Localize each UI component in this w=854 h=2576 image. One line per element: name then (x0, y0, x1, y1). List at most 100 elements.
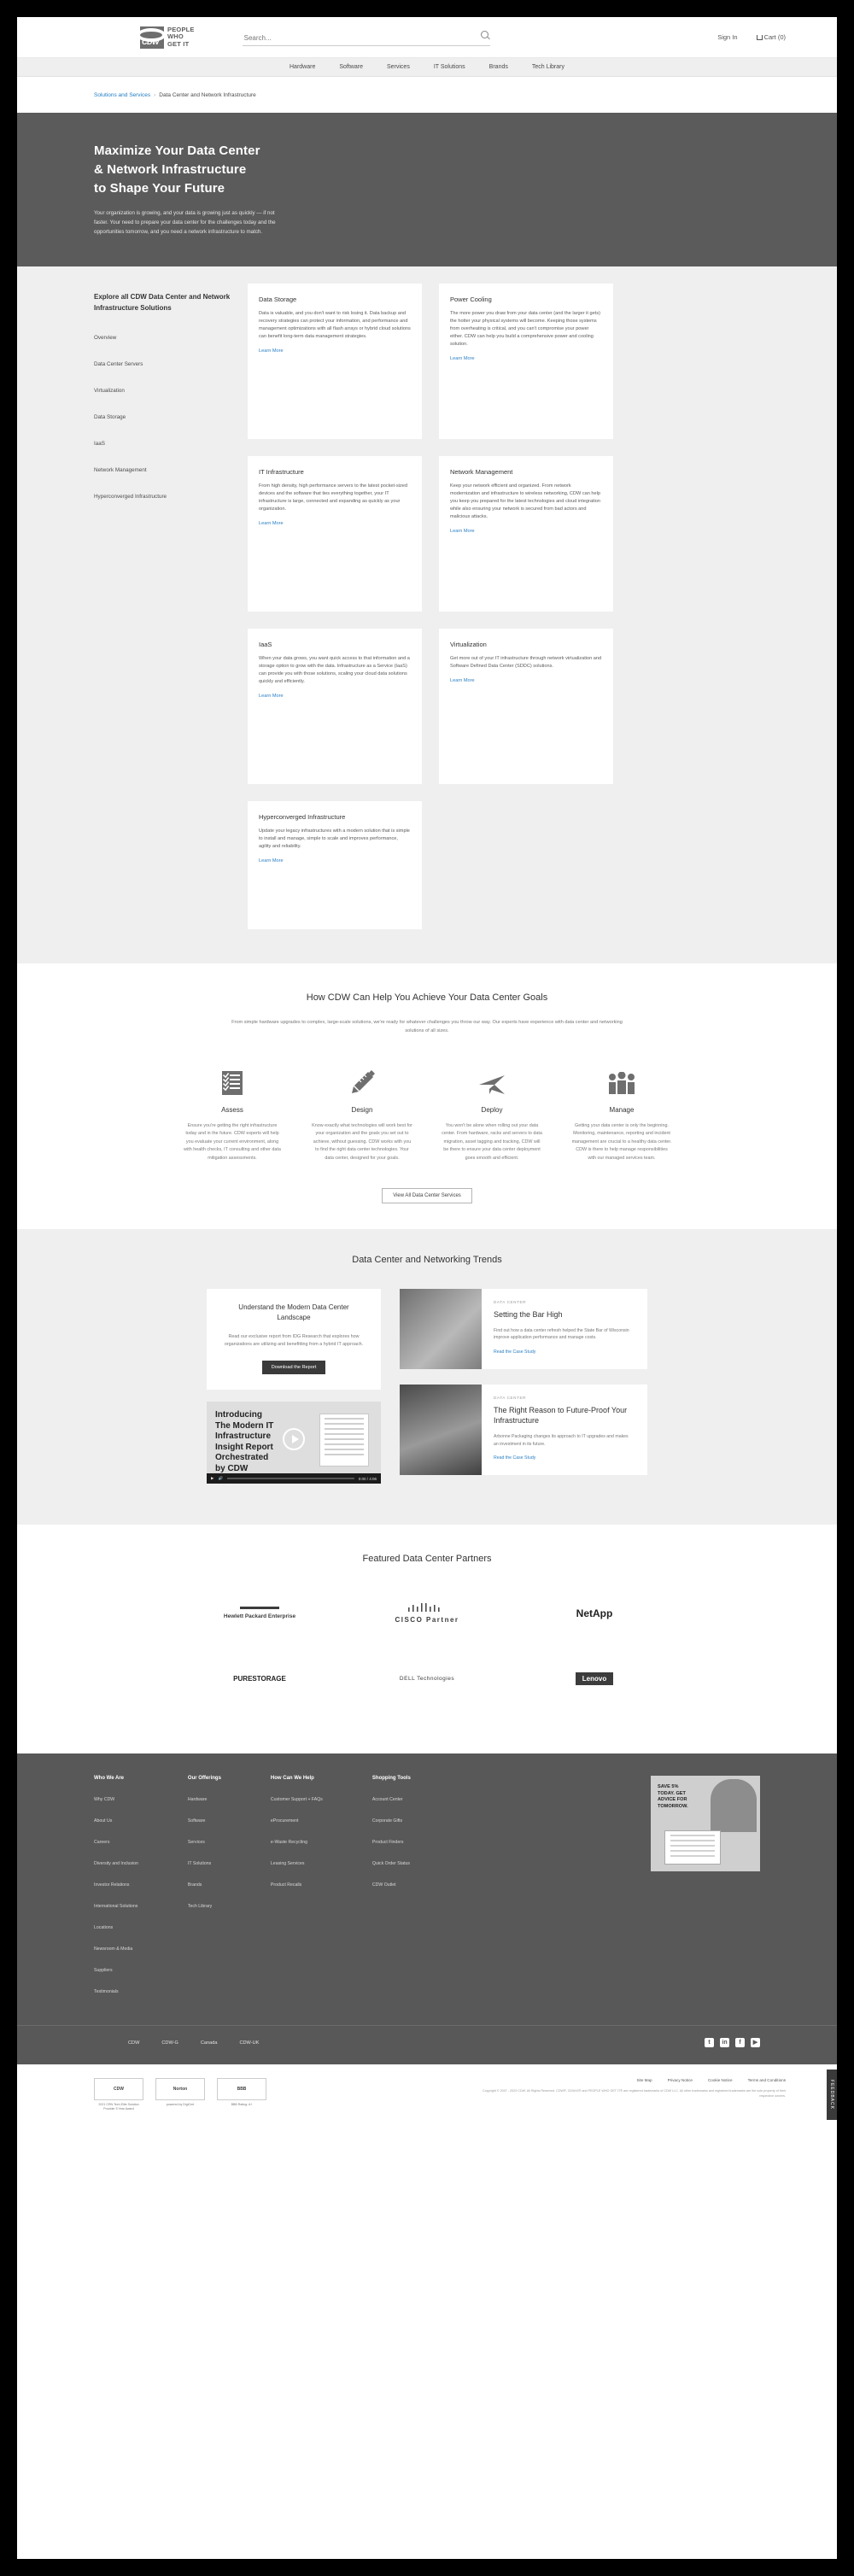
sidebar-item-label[interactable]: Data Center Servers (94, 361, 143, 367)
search-input[interactable] (242, 30, 490, 46)
footer-link-item[interactable]: CDW Outlet (372, 1875, 411, 1890)
footer-link-item[interactable]: Services (188, 1832, 221, 1847)
footer-link[interactable]: Services (188, 1840, 205, 1845)
footer-link[interactable]: International Solutions (94, 1904, 137, 1909)
footer-link-item[interactable]: Newsroom & Media (94, 1939, 138, 1954)
nav-item-it-solutions[interactable]: IT Solutions (434, 64, 465, 70)
partner-logo-lenovo[interactable]: Lenovo (552, 1663, 637, 1694)
footer-link[interactable]: Corporate Gifts (372, 1818, 402, 1824)
solution-card-virtualization[interactable]: Virtualization Get more out of your IT i… (439, 629, 613, 784)
footer-link-item[interactable]: Leasing Services (271, 1853, 323, 1869)
sidebar-item-label[interactable]: Data Storage (94, 414, 126, 420)
partner-logo-hpe[interactable]: Hewlett Packard Enterprise (217, 1598, 302, 1629)
youtube-icon[interactable]: ▶ (751, 2038, 760, 2048)
footer-link[interactable]: Tech Library (188, 1904, 212, 1909)
footer-link-item[interactable]: International Solutions (94, 1896, 138, 1912)
footer-link-item[interactable]: IT Solutions (188, 1853, 221, 1869)
solution-card-data-storage[interactable]: Data Storage Data is valuable, and you d… (248, 284, 422, 439)
brand-link-canada[interactable]: Canada (201, 2040, 218, 2046)
article-link[interactable]: Read the Case Study (494, 1349, 535, 1355)
sidebar-item-network-management[interactable]: Network Management (94, 460, 248, 476)
footer-link[interactable]: Diversity and Inclusion (94, 1861, 138, 1866)
footer-link-item[interactable]: Quick Order Status (372, 1853, 411, 1869)
sidebar-item-label[interactable]: IaaS (94, 441, 105, 447)
footer-link-item[interactable]: Customer Support + FAQs (271, 1789, 323, 1805)
video-player[interactable]: Introducing The Modern IT Infrastructure… (207, 1402, 381, 1484)
brand-link-cdw-uk[interactable]: CDW-UK (239, 2040, 259, 2046)
footer-link[interactable]: Testimonials (94, 1989, 119, 1994)
breadcrumb-parent-link[interactable]: Solutions and Services (94, 92, 150, 98)
brand-link-cdw[interactable]: CDW (128, 2040, 139, 2046)
brand-link-cdw-g[interactable]: CDW-G (161, 2040, 178, 2046)
footer-link[interactable]: Quick Order Status (372, 1861, 410, 1866)
sidebar-item-iaas[interactable]: IaaS (94, 434, 248, 449)
cart-button[interactable]: Cart (0) (756, 33, 786, 41)
search-icon[interactable] (480, 30, 488, 38)
volume-icon[interactable]: 🔊 (218, 1476, 223, 1481)
legal-link-privacy-notice[interactable]: Privacy Notice (668, 2078, 693, 2082)
nav-item-services[interactable]: Services (387, 64, 410, 70)
card-learn-more-link[interactable]: Learn More (450, 356, 475, 361)
footer-link-item[interactable]: Software (188, 1811, 221, 1826)
footer-link-item[interactable]: eProcurement (271, 1811, 323, 1826)
footer-link[interactable]: Investor Relations (94, 1882, 130, 1888)
play-icon[interactable]: ▶ (211, 1476, 214, 1481)
sidebar-item-virtualization[interactable]: Virtualization (94, 381, 248, 396)
legal-link-site-map[interactable]: Site Map (636, 2078, 652, 2082)
facebook-icon[interactable]: f (735, 2038, 745, 2048)
sidebar-item-hyperconverged[interactable]: Hyperconverged Infrastructure (94, 487, 248, 502)
footer-link-item[interactable]: Tech Library (188, 1896, 221, 1912)
solution-card-hyperconverged[interactable]: Hyperconverged Infrastructure Update you… (248, 801, 422, 929)
card-learn-more-link[interactable]: Learn More (259, 858, 284, 864)
footer-link[interactable]: CDW Outlet (372, 1882, 396, 1888)
footer-link-item[interactable]: Investor Relations (94, 1875, 138, 1890)
footer-link-item[interactable]: Corporate Gifts (372, 1811, 411, 1826)
footer-link[interactable]: Account Center (372, 1797, 403, 1802)
nav-item-hardware[interactable]: Hardware (290, 64, 315, 70)
card-learn-more-link[interactable]: Learn More (450, 529, 475, 534)
footer-link-item[interactable]: Brands (188, 1875, 221, 1890)
legal-link-terms[interactable]: Terms and Conditions (748, 2078, 786, 2082)
article-card-1[interactable]: Data Center Setting the Bar High Find ou… (400, 1288, 647, 1370)
sidebar-item-label[interactable]: Virtualization (94, 388, 125, 394)
footer-link[interactable]: Suppliers (94, 1968, 113, 1973)
nav-item-brands[interactable]: Brands (489, 64, 508, 70)
footer-link[interactable]: e-Waste Recycling (271, 1840, 307, 1845)
footer-link-item[interactable]: Locations (94, 1917, 138, 1933)
nav-item-software[interactable]: Software (339, 64, 363, 70)
footer-link-item[interactable]: Hardware (188, 1789, 221, 1805)
linkedin-icon[interactable]: in (720, 2038, 729, 2048)
footer-link-item[interactable]: Careers (94, 1832, 138, 1847)
footer-link-item[interactable]: Suppliers (94, 1960, 138, 1976)
footer-link-item[interactable]: Product Finders (372, 1832, 411, 1847)
footer-link-item[interactable]: Why CDW (94, 1789, 138, 1805)
solution-card-power-cooling[interactable]: Power Cooling The more power you draw fr… (439, 284, 613, 439)
partner-logo-netapp[interactable]: NetApp (552, 1598, 637, 1629)
video-controls[interactable]: ▶ 🔊 0:00 / 4:06 (207, 1473, 381, 1484)
sign-in-button[interactable]: Sign In (717, 33, 737, 41)
twitter-icon[interactable]: t (705, 2038, 714, 2048)
footer-link[interactable]: eProcurement (271, 1818, 299, 1824)
footer-link[interactable]: Leasing Services (271, 1861, 305, 1866)
footer-link[interactable]: Hardware (188, 1797, 208, 1802)
footer-link-item[interactable]: About Us (94, 1811, 138, 1826)
sidebar-item-overview[interactable]: Overview (94, 328, 248, 343)
footer-link[interactable]: Locations (94, 1925, 113, 1930)
footer-link[interactable]: Product Finders (372, 1840, 404, 1845)
solution-card-network-management[interactable]: Network Management Keep your network eff… (439, 456, 613, 612)
view-all-data-center-services-button[interactable]: View All Data Center Services (382, 1187, 472, 1203)
footer-link[interactable]: Careers (94, 1840, 109, 1845)
card-learn-more-link[interactable]: Learn More (259, 521, 284, 526)
nav-item-tech-library[interactable]: Tech Library (532, 64, 564, 70)
sidebar-item-data-storage[interactable]: Data Storage (94, 407, 248, 423)
cdw-logo[interactable]: CDW PEOPLE WHO GET IT (140, 26, 195, 49)
sidebar-item-label[interactable]: Overview (94, 335, 116, 341)
footer-link-item[interactable]: Account Center (372, 1789, 411, 1805)
footer-link-item[interactable]: Diversity and Inclusion (94, 1853, 138, 1869)
footer-link-item[interactable]: Testimonials (94, 1982, 138, 1997)
footer-link[interactable]: Software (188, 1818, 205, 1824)
video-progress-track[interactable] (227, 1478, 354, 1480)
card-learn-more-link[interactable]: Learn More (450, 678, 475, 683)
footer-link-item[interactable]: Product Recalls (271, 1875, 323, 1890)
legal-link-cookie-notice[interactable]: Cookie Notice (708, 2078, 733, 2082)
